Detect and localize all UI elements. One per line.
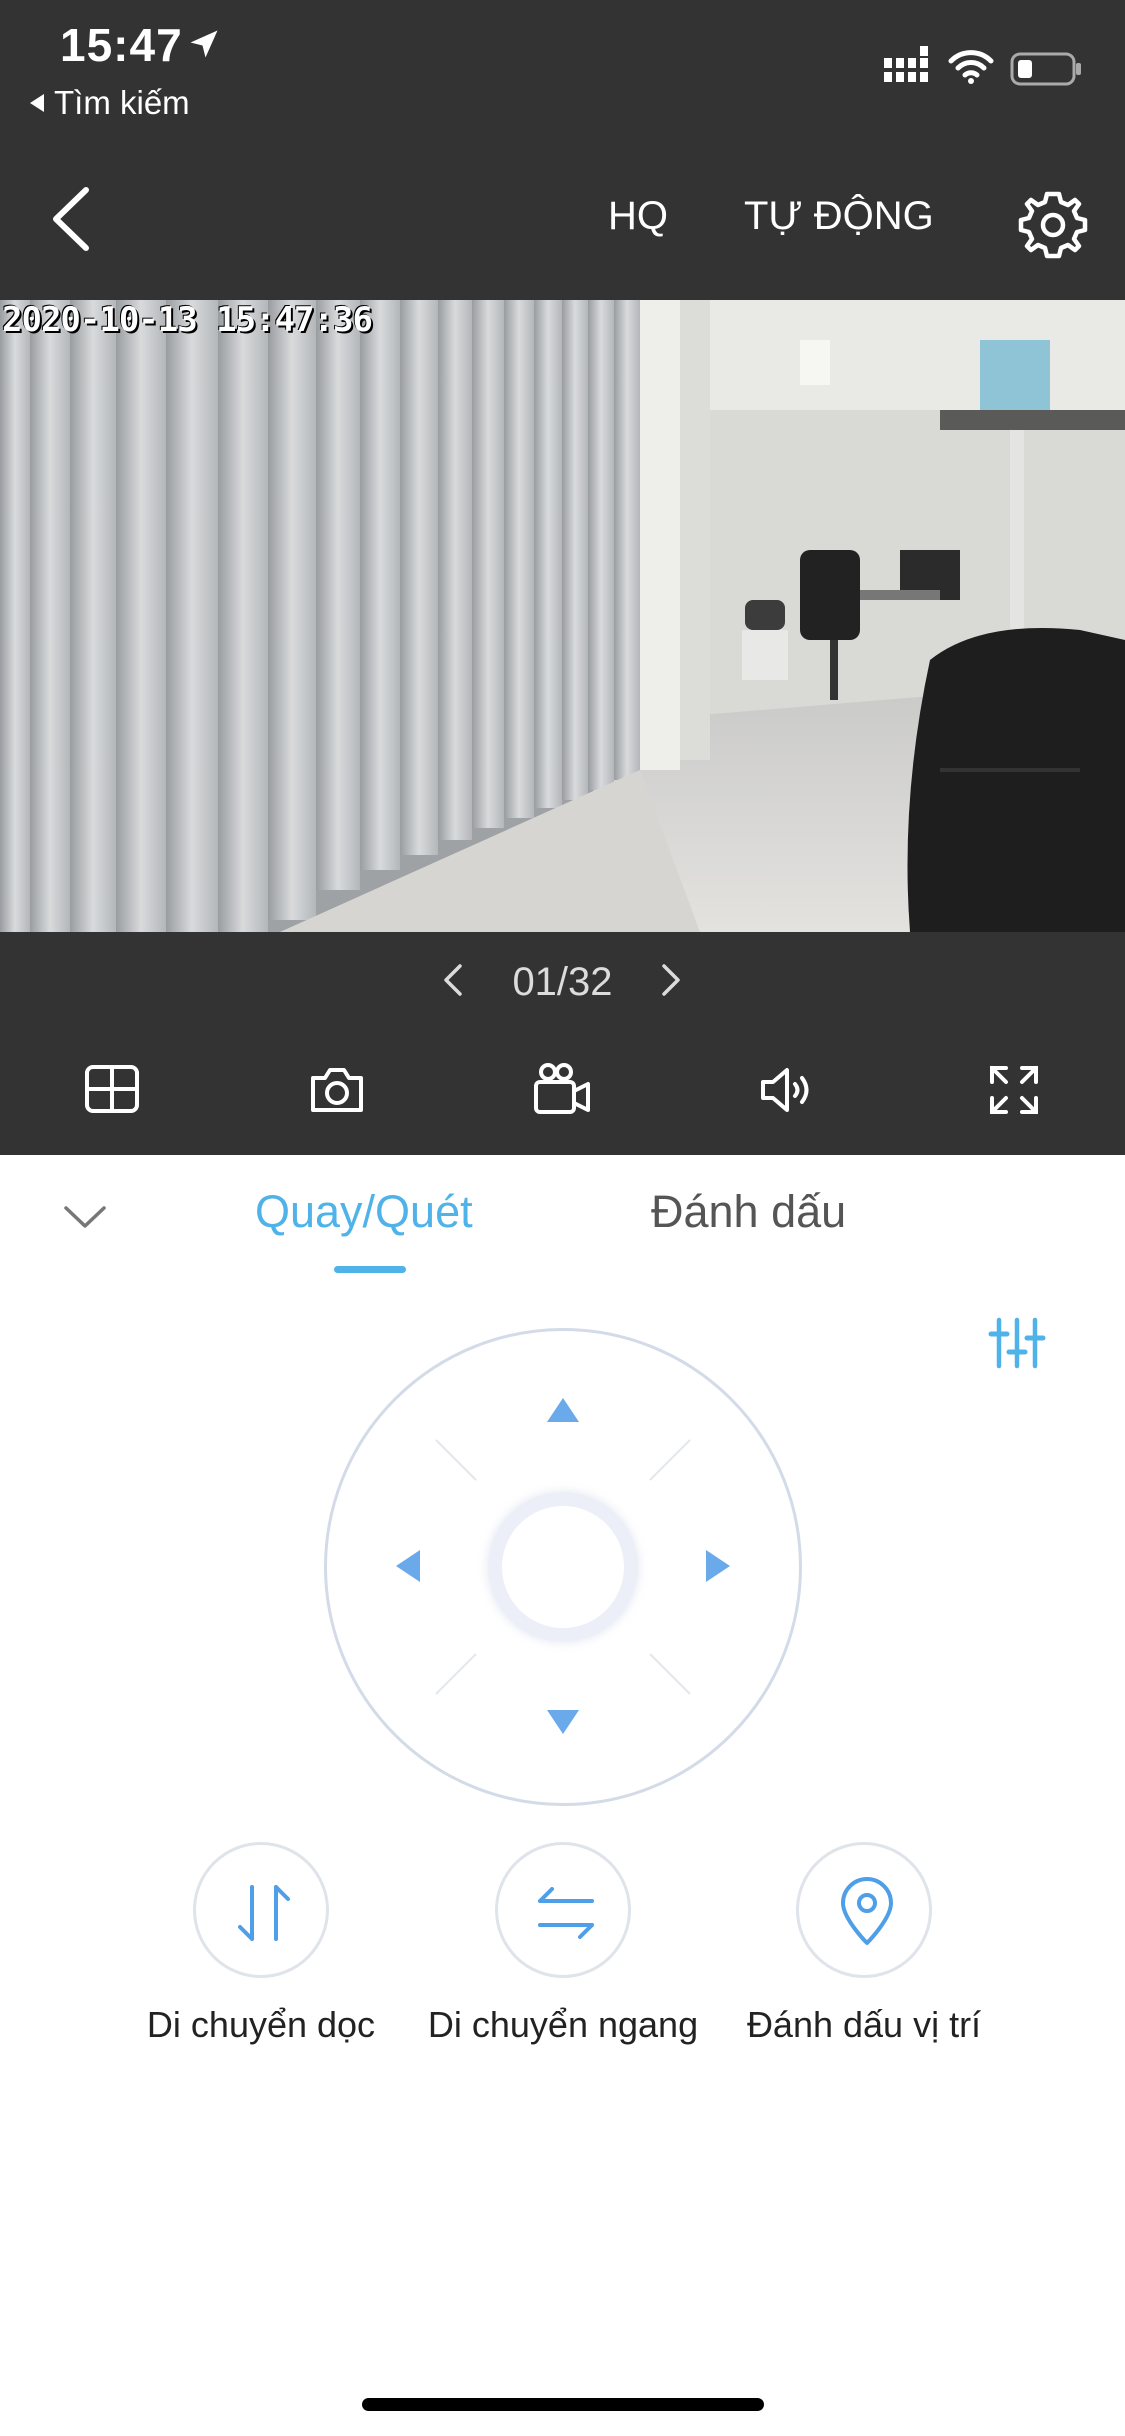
cellular-signal-icon [884,46,928,82]
wifi-icon [948,50,994,84]
back-to-app-link[interactable]: Tìm kiếm [30,84,190,122]
camera-scene [0,300,1125,932]
status-time: 15:47 [60,19,183,71]
next-camera-button[interactable] [656,958,686,1002]
battery-icon [1010,52,1081,86]
arrow-up-icon[interactable] [543,1390,583,1430]
mark-position-button[interactable] [796,1842,932,1978]
camera-icon[interactable] [305,1058,369,1122]
active-tab-indicator [334,1266,406,1273]
vertical-move-button[interactable] [193,1842,329,1978]
horizontal-arrows-icon [538,1887,594,1939]
vertical-move-label: Di chuyển dọc [146,2004,376,2045]
camera-video-feed[interactable] [0,300,1125,932]
arrow-right-icon[interactable] [698,1546,738,1586]
tab-pan-tilt[interactable]: Quay/Quét [255,1186,473,1238]
grid-layout-icon[interactable] [80,1058,144,1122]
adjust-sliders-icon[interactable] [987,1316,1047,1370]
home-indicator[interactable] [362,2398,764,2411]
auto-mode-button[interactable]: TỰ ĐỘNG [744,194,934,239]
video-timestamp: 2020-10-13 15:47:36 [2,300,373,340]
mark-position-label: Đánh dấu vị trí [746,2004,982,2045]
video-record-icon[interactable] [530,1058,594,1122]
vertical-arrows-icon [238,1885,290,1941]
back-triangle-icon [30,94,44,112]
quality-button[interactable]: HQ [608,194,668,239]
location-pin-icon [841,1877,893,1945]
arrow-down-icon[interactable] [543,1702,583,1742]
ptz-center-button[interactable] [488,1492,638,1642]
arrow-left-icon[interactable] [388,1546,428,1586]
back-chevron-icon[interactable] [48,186,96,252]
fullscreen-icon[interactable] [982,1058,1046,1122]
back-app-label: Tìm kiếm [54,84,190,121]
tab-bookmark[interactable]: Đánh dấu [651,1186,846,1238]
location-arrow-icon [190,30,218,58]
gear-icon[interactable] [1018,190,1088,260]
chevron-down-icon[interactable] [62,1202,108,1232]
speaker-icon[interactable] [755,1058,819,1122]
horizontal-move-label: Di chuyển ngang [427,2004,699,2045]
camera-page-indicator: 01/32 [512,960,613,1004]
horizontal-move-button[interactable] [495,1842,631,1978]
